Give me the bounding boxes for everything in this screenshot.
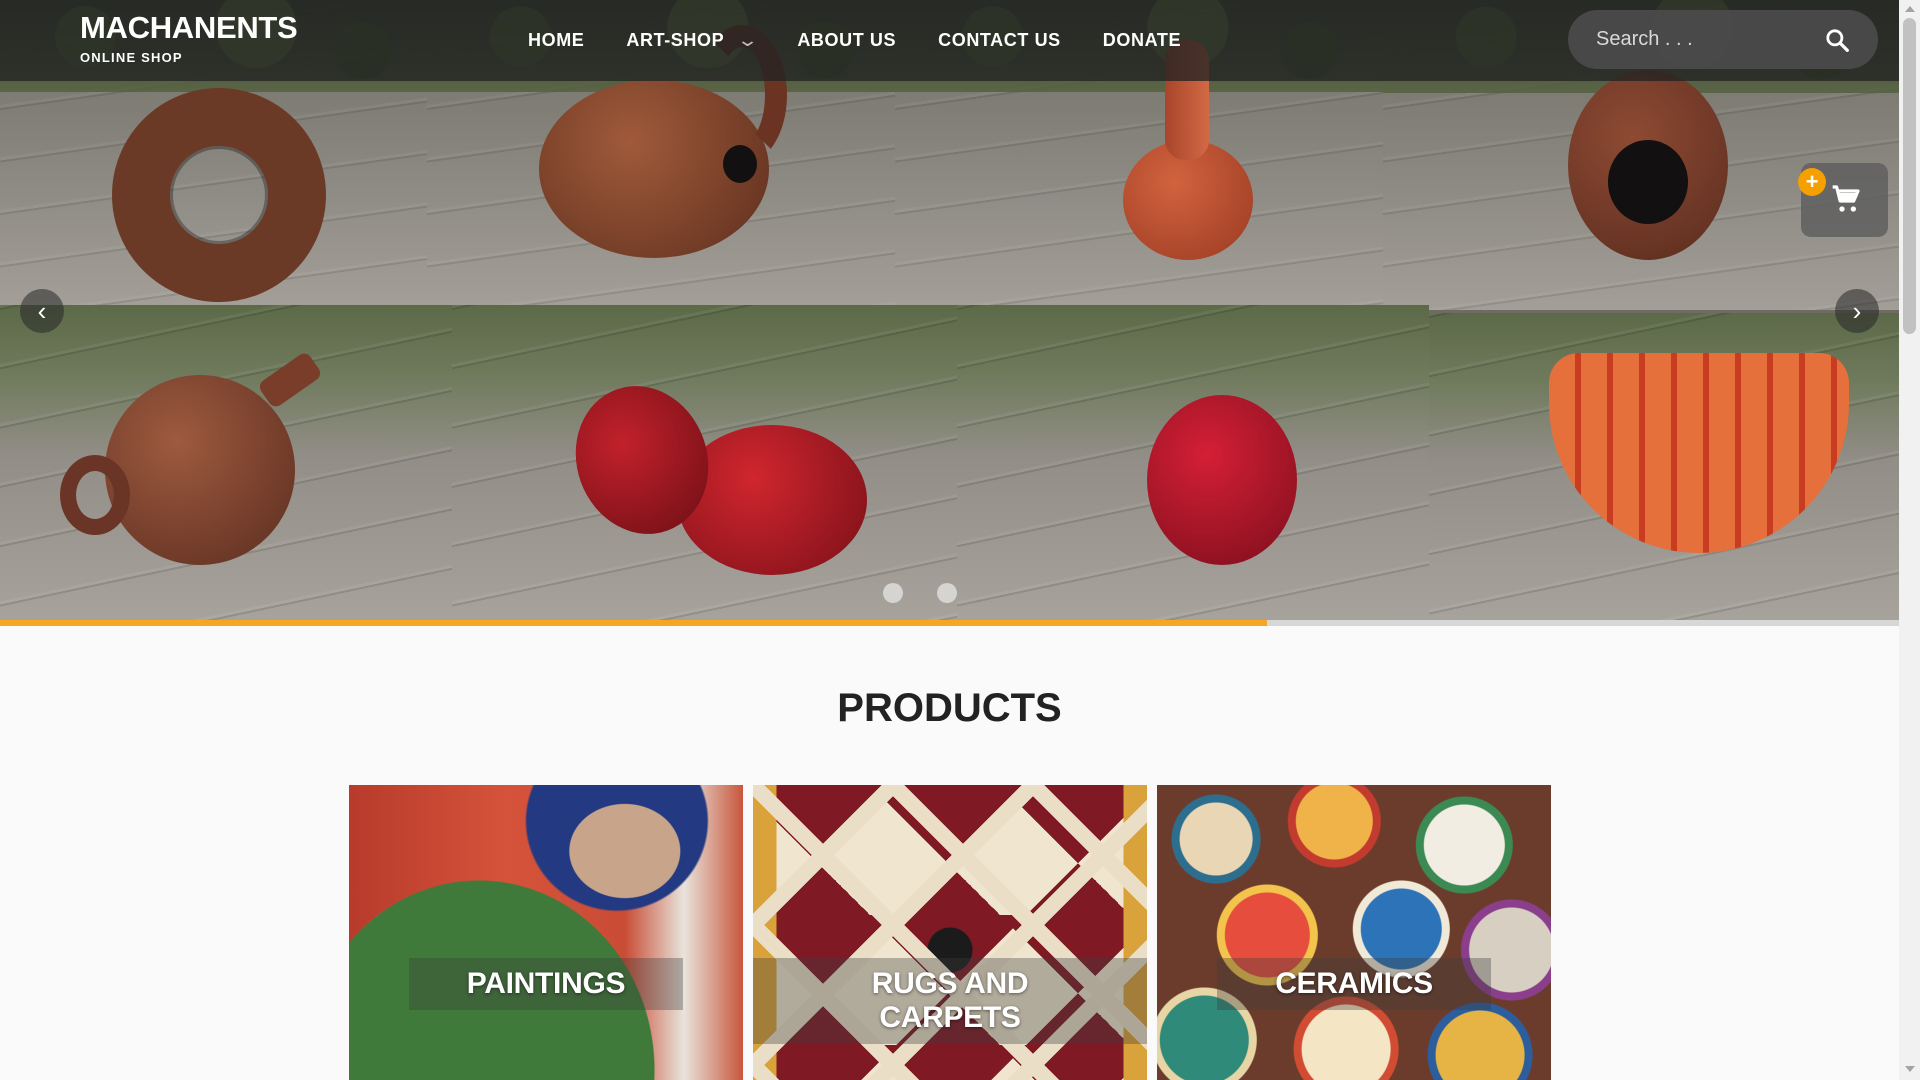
- category-label-paintings: PAINTINGS: [408, 958, 684, 1010]
- chevron-right-icon: ›: [1852, 296, 1862, 326]
- brand-subtitle: ONLINE SHOP: [80, 50, 183, 65]
- hero-carousel: ‹ ›: [0, 0, 1899, 626]
- page-scrollbar[interactable]: [1899, 0, 1920, 1080]
- site-header: MACHANENTS ONLINE SHOP HOME ART-SHOP ⌄ A…: [0, 0, 1899, 81]
- cart-button[interactable]: +: [1798, 163, 1888, 237]
- scroll-up-arrow-icon[interactable]: [1905, 6, 1915, 12]
- carousel-progress-fill: [0, 620, 1267, 626]
- carousel-progress-bar: [0, 620, 1899, 626]
- nav-home[interactable]: HOME: [528, 30, 584, 51]
- carousel-image-orange-bowl: [1429, 313, 1899, 620]
- nav-donate[interactable]: DONATE: [1103, 30, 1181, 51]
- products-heading: PRODUCTS: [837, 686, 1062, 730]
- chevron-left-icon: ‹: [37, 296, 47, 326]
- category-card-ceramics[interactable]: CERAMICS: [1157, 785, 1551, 1080]
- cart-add-badge: +: [1798, 168, 1826, 196]
- category-card-paintings[interactable]: PAINTINGS: [349, 785, 743, 1080]
- category-card-rugs[interactable]: RUGS AND CARPETS: [753, 785, 1147, 1080]
- carousel-image-red-lidded-bowl: [452, 305, 957, 620]
- search-box: [1568, 10, 1878, 69]
- page: ‹ › MACHANENTS ONLINE SHOP HOME ART-SHOP…: [0, 0, 1899, 1080]
- search-icon[interactable]: [1824, 27, 1850, 53]
- carousel-dot[interactable]: [937, 583, 957, 603]
- carousel-image-red-pomegranate-jar: [957, 305, 1429, 620]
- nav-art-shop[interactable]: ART-SHOP: [626, 30, 724, 51]
- nav-contact-us[interactable]: CONTACT US: [938, 30, 1061, 51]
- carousel-dot[interactable]: [883, 583, 903, 603]
- nav-about-us[interactable]: ABOUT US: [797, 30, 896, 51]
- search-input[interactable]: [1596, 28, 1816, 51]
- category-label-rugs: RUGS AND CARPETS: [753, 958, 1147, 1044]
- carousel-pagination: [883, 583, 957, 603]
- site-logo[interactable]: MACHANENTS ONLINE SHOP: [80, 10, 298, 65]
- scrollbar-thumb[interactable]: [1903, 18, 1916, 334]
- brand-title: MACHANENTS: [80, 10, 298, 45]
- main-menu: HOME ART-SHOP ⌄ ABOUT US CONTACT US DONA…: [528, 0, 1223, 81]
- carousel-image-clay-teapot: [0, 305, 452, 620]
- category-label-ceramics: CERAMICS: [1217, 958, 1491, 1010]
- carousel-next-button[interactable]: ›: [1835, 289, 1879, 333]
- product-categories: PAINTINGS RUGS AND CARPETS CERAMICS: [349, 785, 1551, 1080]
- chevron-down-icon[interactable]: ⌄: [736, 30, 759, 51]
- carousel-prev-button[interactable]: ‹: [20, 289, 64, 333]
- shopping-cart-icon: [1832, 185, 1860, 212]
- scroll-down-arrow-icon[interactable]: [1905, 1066, 1915, 1072]
